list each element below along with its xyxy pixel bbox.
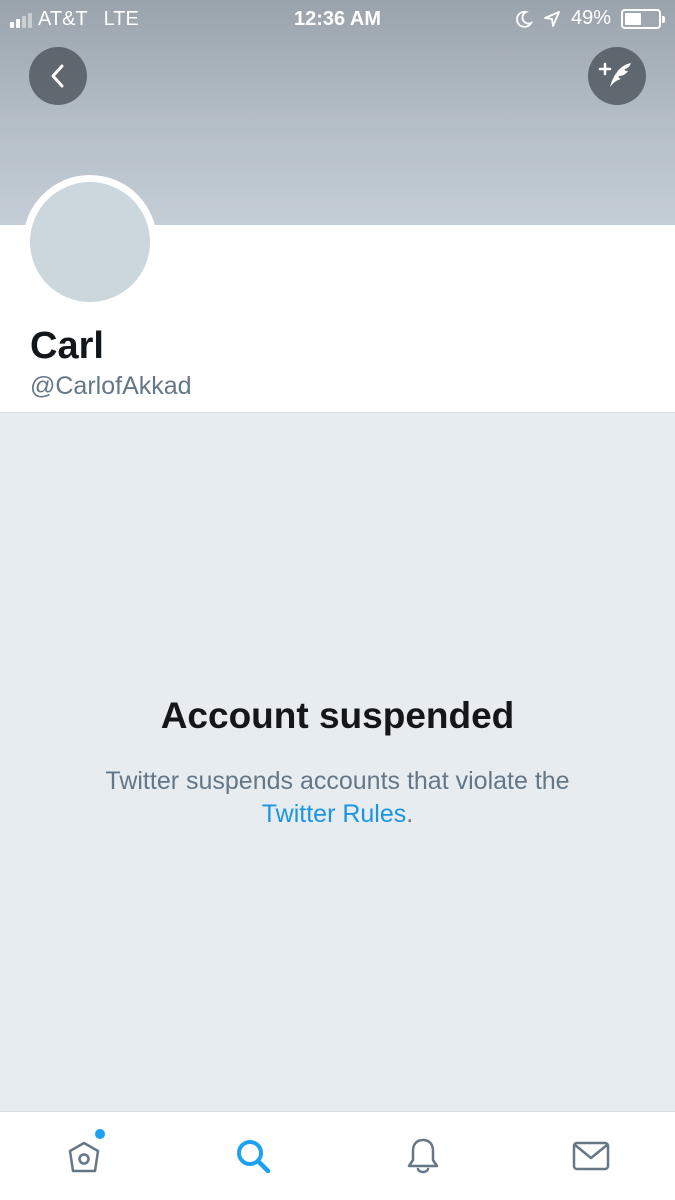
moon-icon	[516, 10, 533, 28]
status-bar-right: 49%	[515, 7, 665, 30]
tab-home[interactable]	[62, 1134, 106, 1178]
status-bar: AT&T LTE 12:36 AM 49%	[0, 0, 675, 38]
home-icon	[68, 1141, 100, 1173]
compose-tweet-button[interactable]	[588, 47, 646, 105]
tab-search[interactable]	[231, 1134, 275, 1178]
suspended-message-text: Twitter suspends accounts that violate t…	[105, 767, 570, 795]
suspended-message-period: .	[406, 800, 414, 828]
search-icon	[237, 1140, 271, 1174]
profile-name: Carl	[30, 325, 104, 367]
bell-icon	[407, 1138, 439, 1174]
back-button[interactable]	[29, 47, 87, 105]
compose-tweet-icon	[598, 62, 631, 87]
twitter-rules-link[interactable]: Twitter Rules	[262, 800, 406, 828]
avatar[interactable]	[30, 182, 150, 302]
suspended-message: Twitter suspends accounts that violate t…	[40, 765, 635, 831]
chevron-left-icon	[51, 64, 64, 88]
battery-icon	[621, 8, 665, 29]
tab-bar	[0, 1111, 675, 1200]
location-arrow-icon	[544, 10, 560, 27]
battery-percent: 49%	[570, 7, 611, 29]
suspended-notice: Account suspended Twitter suspends accou…	[0, 412, 675, 1112]
profile-handle: @CarlofAkkad	[30, 372, 192, 400]
tab-messages[interactable]	[569, 1134, 613, 1178]
envelope-icon	[572, 1141, 610, 1171]
suspended-title: Account suspended	[160, 695, 515, 736]
tab-notifications[interactable]	[401, 1134, 445, 1178]
notification-dot	[95, 1129, 105, 1139]
